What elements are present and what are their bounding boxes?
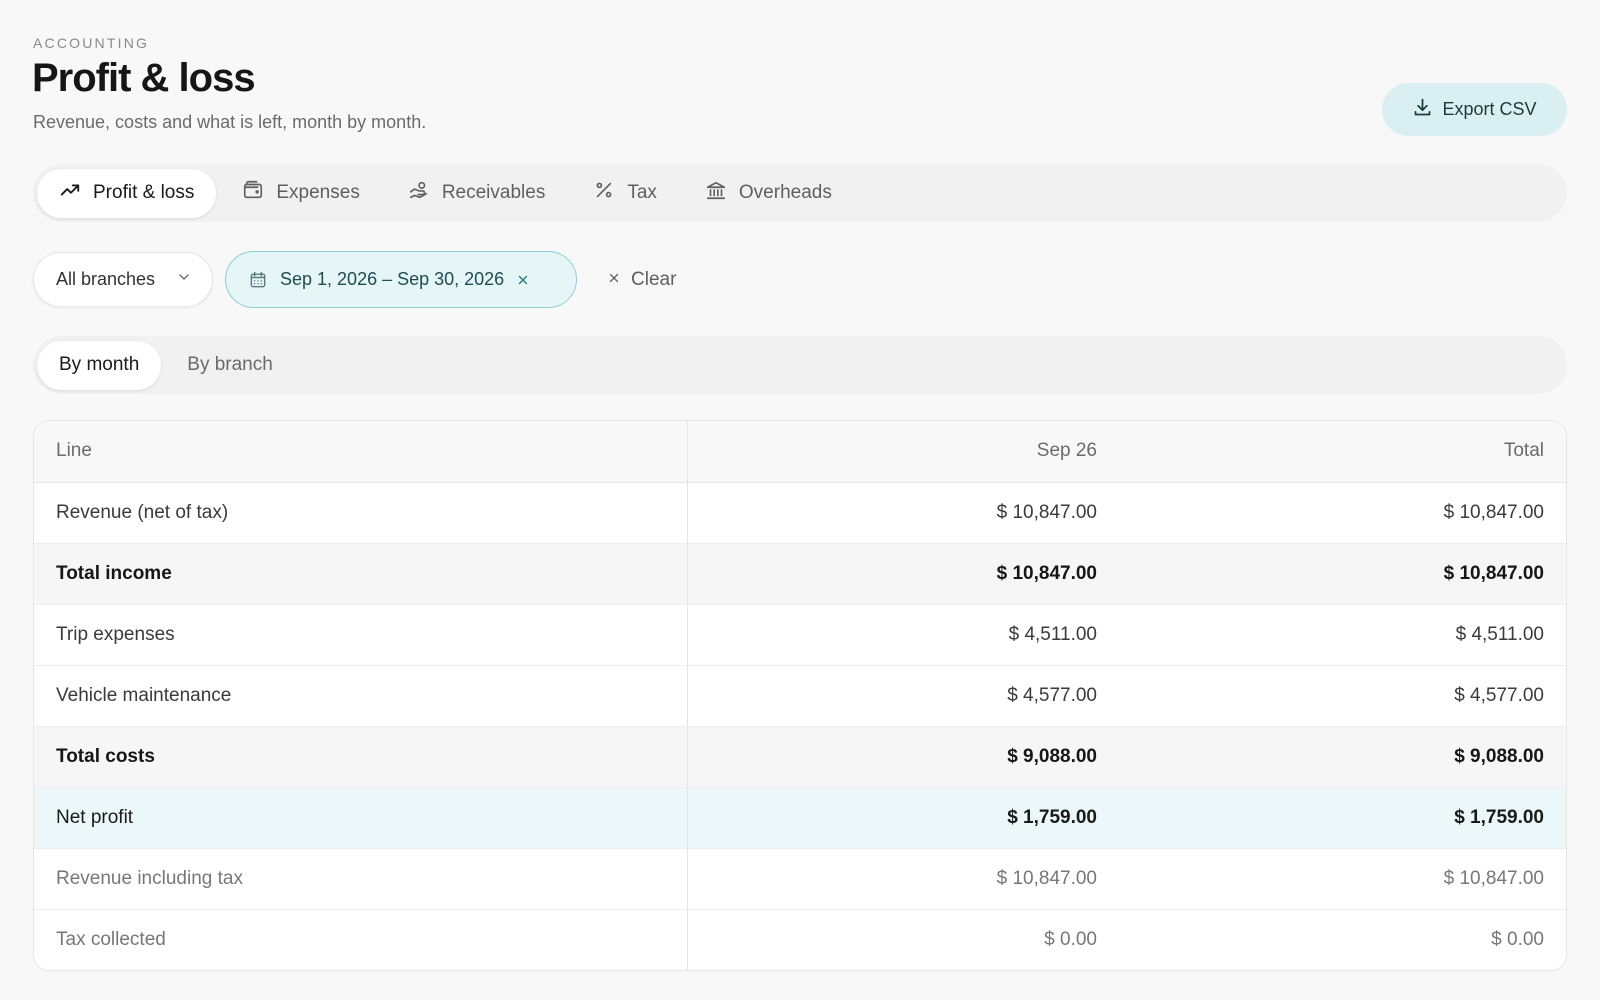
wallet-icon xyxy=(242,179,264,207)
row-sep26-value: $ 9,088.00 xyxy=(687,726,1119,788)
row-sep26-value: $ 0.00 xyxy=(1044,928,1097,950)
row-label: Revenue (net of tax) xyxy=(34,482,688,544)
date-range-chip[interactable]: Sep 1, 2026 – Sep 30, 2026 xyxy=(225,251,577,308)
page-subtitle: Revenue, costs and what is left, month b… xyxy=(33,112,427,132)
row-total-value: $ 1,759.00 xyxy=(1119,787,1566,849)
view-by-month[interactable]: By month xyxy=(37,340,162,390)
row-total-value: $ 10,847.00 xyxy=(1119,543,1566,605)
download-icon xyxy=(1412,97,1433,123)
row-sep26-value: $ 4,577.00 xyxy=(687,665,1119,727)
page: ACCOUNTING Profit & loss Revenue, costs … xyxy=(0,0,1600,1000)
section-eyebrow: ACCOUNTING xyxy=(33,35,150,51)
tab-label: Profit & loss xyxy=(93,182,195,203)
row-label: Vehicle maintenance xyxy=(34,665,688,727)
export-csv-label: Export CSV xyxy=(1442,99,1537,119)
export-csv-button[interactable]: Export CSV xyxy=(1382,83,1567,136)
row-label: Total costs xyxy=(34,726,688,788)
column-header-sep26: Sep 26 xyxy=(687,421,1119,483)
table-row: Net profit $ 1,759.00 $ 1,759.00 xyxy=(34,787,1566,849)
row-label: Tax collected xyxy=(34,909,688,970)
branch-select[interactable]: All branches xyxy=(33,252,213,307)
tab-label: Receivables xyxy=(441,182,546,203)
calendar-icon xyxy=(248,270,268,290)
row-total-value: $ 10,847.00 xyxy=(1119,482,1566,544)
tab-label: Overheads xyxy=(738,182,832,203)
table-row: Total income $ 10,847.00 $ 10,847.00 xyxy=(34,543,1566,605)
row-label: Total income xyxy=(34,543,688,605)
row-sep26-value: $ 10,847.00 xyxy=(687,848,1119,910)
chevron-down-icon xyxy=(176,269,192,290)
row-label: Net profit xyxy=(34,787,688,849)
row-sep26-value: $ 10,847.00 xyxy=(687,482,1119,544)
row-total-value: $ 4,577.00 xyxy=(1119,665,1566,727)
view-toggle: By month By branch xyxy=(33,336,1567,394)
remove-date-filter-icon[interactable] xyxy=(516,273,530,287)
tab-tax[interactable]: Tax xyxy=(571,169,679,218)
table-row: Tax collected $ 0.00 $ 0.00 xyxy=(34,909,1566,970)
column-header-total: Total xyxy=(1119,421,1566,483)
tab-receivables[interactable]: Receivables xyxy=(386,169,568,218)
row-total-value: $ 4,511.00 xyxy=(1119,604,1566,666)
column-header-line: Line xyxy=(34,421,688,483)
row-total-value: $ 10,847.00 xyxy=(1119,848,1566,910)
row-sep26-value: $ 1,759.00 xyxy=(687,787,1119,849)
close-icon xyxy=(607,269,621,291)
row-label: Trip expenses xyxy=(34,604,688,666)
view-by-branch[interactable]: By branch xyxy=(165,341,295,390)
table-row: Trip expenses $ 4,511.00 $ 4,511.00 xyxy=(34,604,1566,666)
bank-icon xyxy=(705,179,727,207)
row-sep26-value: $ 4,511.00 xyxy=(687,604,1119,666)
tab-expenses[interactable]: Expenses xyxy=(220,169,381,218)
page-title: Profit & loss xyxy=(32,56,256,100)
row-label: Revenue including tax xyxy=(34,848,688,910)
table-row: Total costs $ 9,088.00 $ 9,088.00 xyxy=(34,726,1566,788)
table-row: Revenue including tax $ 10,847.00 $ 10,8… xyxy=(34,848,1566,910)
tab-overheads[interactable]: Overheads xyxy=(683,169,854,218)
tab-label: Expenses xyxy=(276,182,360,203)
row-total-value: $ 0.00 xyxy=(1491,928,1544,950)
clear-label: Clear xyxy=(631,268,677,290)
percent-icon xyxy=(593,179,615,207)
branch-select-value: All branches xyxy=(56,269,156,289)
pnl-table: Line Sep 26 Total Revenue (net of tax) $… xyxy=(33,420,1567,971)
tab-profit-loss[interactable]: Profit & loss xyxy=(37,168,217,218)
date-range-value: Sep 1, 2026 – Sep 30, 2026 xyxy=(280,269,505,289)
hand-coins-icon xyxy=(408,179,430,207)
trending-up-icon xyxy=(59,179,81,207)
filter-bar: All branches Sep 1, 2026 – Sep 30, 2026 … xyxy=(33,251,694,308)
tab-label: Tax xyxy=(627,182,657,203)
report-tabs: Profit & loss Expenses Receivables Tax O… xyxy=(33,164,1567,222)
table-row: Vehicle maintenance $ 4,577.00 $ 4,577.0… xyxy=(34,665,1566,727)
table-row: Revenue (net of tax) $ 10,847.00 $ 10,84… xyxy=(34,482,1566,544)
clear-filters-button[interactable]: Clear xyxy=(589,269,694,291)
row-sep26-value: $ 10,847.00 xyxy=(687,543,1119,605)
table-header-row: Line Sep 26 Total xyxy=(34,421,1566,483)
row-total-value: $ 9,088.00 xyxy=(1119,726,1566,788)
